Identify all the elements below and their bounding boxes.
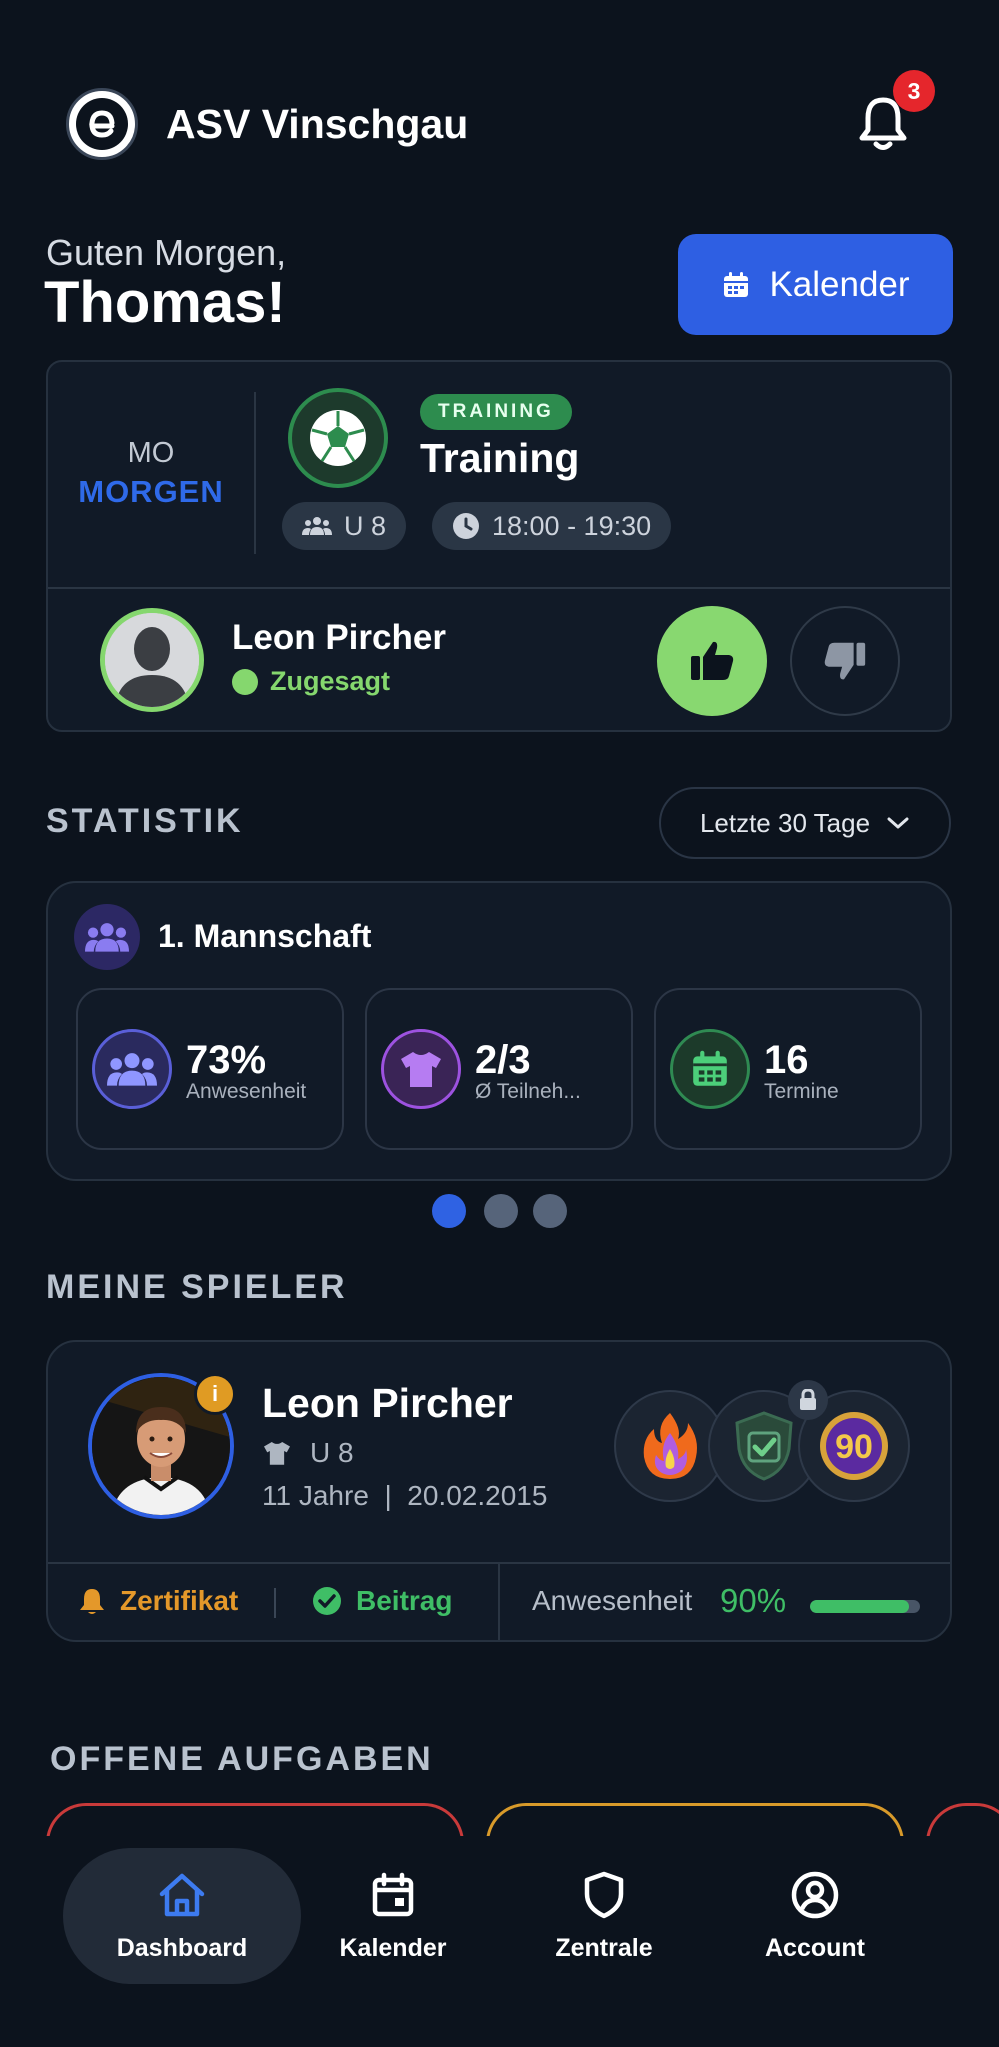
pager-dot-active[interactable] <box>432 1194 466 1228</box>
info-icon[interactable]: i <box>194 1373 236 1415</box>
achievement-90-label: 90 <box>835 1428 873 1466</box>
status-dot <box>232 668 258 695</box>
decline-button[interactable] <box>790 606 900 716</box>
player-card-divider-vertical <box>498 1564 500 1640</box>
lock-icon <box>788 1380 828 1420</box>
statistics-section-title: STATISTIK <box>46 802 244 840</box>
thumbs-up-icon <box>691 641 734 680</box>
pager-dot[interactable] <box>533 1194 567 1228</box>
calendar-button[interactable]: Kalender <box>678 234 953 335</box>
statistics-team-name: 1. Mannschaft <box>158 918 372 954</box>
home-icon <box>159 1873 205 1917</box>
check-circle-icon <box>313 1587 341 1615</box>
group-icon <box>302 517 332 535</box>
group-icon <box>92 1029 172 1109</box>
nav-item-account[interactable]: Account <box>715 1870 915 1963</box>
event-team: U 8 <box>344 510 387 541</box>
bell-warning-icon <box>80 1589 104 1614</box>
my-players-section-title: MEINE SPIELER <box>46 1268 348 1306</box>
pager-dot[interactable] <box>484 1194 518 1228</box>
event-day: MO <box>127 437 175 469</box>
event-type-badge: TRAINING <box>420 394 572 430</box>
calendar-icon <box>372 1872 414 1917</box>
nav-label-calendar: Kalender <box>339 1934 447 1962</box>
stat-value: 16 <box>764 1038 809 1082</box>
club-name: ASV Vinschgau <box>166 101 469 147</box>
shield-icon <box>584 1871 624 1919</box>
nav-item-calendar[interactable]: Kalender <box>293 1870 493 1963</box>
nav-item-dashboard[interactable]: Dashboard <box>82 1870 282 1963</box>
soccer-ball-icon <box>288 388 388 488</box>
team-icon <box>74 904 140 970</box>
calendar-icon <box>724 271 749 297</box>
event-relative-day: MORGEN <box>78 474 224 509</box>
event-team-pill: U 8 <box>282 502 407 550</box>
player-team-label: U 8 <box>310 1437 354 1468</box>
attendance-value: 90% <box>720 1582 787 1619</box>
notification-count-badge: 3 <box>893 70 935 112</box>
stat-label: Termine <box>764 1080 839 1103</box>
time-range-label: Letzte 30 Tage <box>699 807 871 838</box>
jersey-icon <box>264 1441 290 1465</box>
event-divider <box>254 392 256 554</box>
calendar-grid-icon <box>670 1029 750 1109</box>
chevron-down-icon <box>887 817 909 829</box>
player-avatar <box>100 608 204 712</box>
response-player-name: Leon Pircher <box>232 618 446 657</box>
nav-item-center[interactable]: Zentrale <box>504 1870 704 1963</box>
calendar-button-label: Kalender <box>769 264 910 304</box>
nav-label-center: Zentrale <box>555 1934 653 1962</box>
attendance-progress-fill <box>810 1600 909 1613</box>
clock-icon <box>453 513 479 539</box>
event-time-pill: 18:00 - 19:30 <box>432 502 672 550</box>
attendance-label: Anwesenheit <box>532 1585 693 1616</box>
stat-label: Ø Teilneh... <box>475 1080 581 1103</box>
player-team: U 8 <box>262 1437 354 1469</box>
time-range-dropdown[interactable]: Letzte 30 Tage <box>659 787 951 859</box>
person-silhouette-icon <box>105 613 199 707</box>
stat-label: Anwesenheit <box>186 1080 307 1103</box>
stat-value: 2/3 <box>475 1038 531 1082</box>
nav-label-account: Account <box>765 1934 865 1962</box>
stat-value: 73% <box>186 1038 267 1082</box>
player-age-birthdate: 11 Jahre | 20.02.2015 <box>262 1480 548 1511</box>
player-card-separator <box>274 1588 276 1618</box>
event-title: Training <box>420 435 580 481</box>
accept-button[interactable] <box>657 606 767 716</box>
event-time: 18:00 - 19:30 <box>492 510 652 541</box>
certificate-label: Zertifikat <box>120 1585 239 1616</box>
certificate-status[interactable]: Zertifikat <box>78 1585 238 1617</box>
greeting-name: Thomas! <box>44 270 286 335</box>
nav-label-dashboard: Dashboard <box>116 1934 248 1962</box>
jersey-icon <box>381 1029 461 1109</box>
fee-status[interactable]: Beitrag <box>312 1585 452 1617</box>
open-tasks-section-title: OFFENE AUFGABEN <box>50 1740 434 1778</box>
fee-label: Beitrag <box>356 1585 453 1616</box>
thumbs-down-icon <box>824 642 866 680</box>
club-logo-icon <box>89 110 115 138</box>
response-status-label: Zugesagt <box>270 666 391 696</box>
player-name: Leon Pircher <box>262 1380 513 1426</box>
user-circle-icon <box>791 1871 839 1919</box>
response-status: Zugesagt <box>232 666 390 697</box>
club-logo <box>66 88 138 160</box>
attendance-progress-bar <box>810 1600 920 1613</box>
event-card-divider <box>48 587 950 589</box>
